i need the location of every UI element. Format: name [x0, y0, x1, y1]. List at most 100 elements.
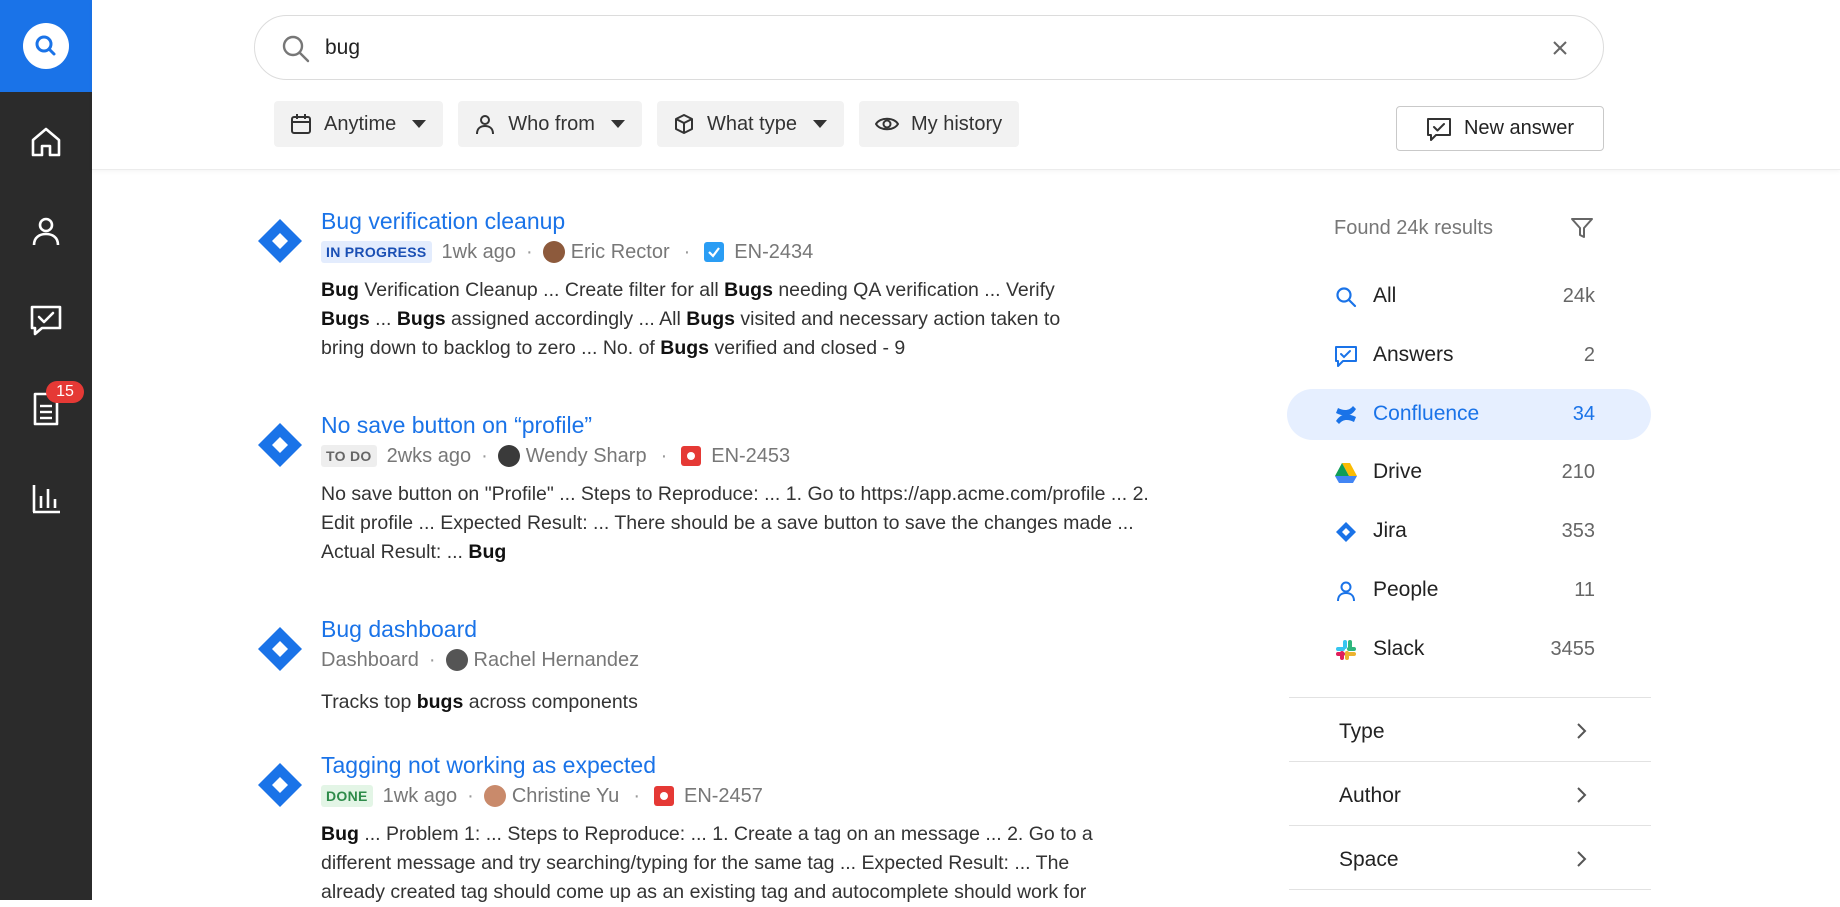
jira-icon: [258, 763, 302, 807]
facet-list: Type Author Space: [1289, 697, 1651, 890]
separator: ·: [660, 444, 668, 467]
app-logo[interactable]: [0, 0, 92, 92]
facet-label: Author: [1339, 784, 1401, 807]
result-title-link[interactable]: Tagging not working as expected: [321, 750, 1221, 780]
chevron-down-icon: [412, 120, 427, 128]
nav-people[interactable]: [0, 201, 92, 261]
chevron-right-icon: [1577, 723, 1587, 739]
facet-author[interactable]: Author: [1289, 762, 1651, 826]
person-icon: [476, 115, 495, 135]
filter-my-history-label: My history: [910, 112, 1003, 135]
jira-icon: [258, 219, 302, 263]
result-author[interactable]: Wendy Sharp: [526, 445, 647, 468]
chevron-down-icon: [610, 120, 625, 128]
cube-icon: [674, 114, 693, 134]
filter-anytime-label: Anytime: [324, 112, 397, 135]
clear-search-icon[interactable]: [1547, 35, 1573, 61]
result-time: 2wks ago: [386, 444, 472, 467]
result-title-link[interactable]: Bug dashboard: [321, 614, 1221, 644]
separator: ·: [633, 784, 640, 807]
result-snippet: Bug ... Problem 1: ... Steps to Reproduc…: [321, 823, 1093, 903]
search-header: Anytime Who from What type My history Ne…: [92, 0, 1840, 170]
new-answer-button[interactable]: New answer: [1396, 106, 1604, 151]
bug-icon: [681, 446, 702, 466]
person-icon: [32, 217, 60, 246]
status-badge: IN PROGRESS: [321, 241, 432, 263]
source-people[interactable]: People 11: [1287, 565, 1651, 616]
source-count: 210: [1561, 461, 1595, 483]
nav-home[interactable]: [0, 112, 92, 172]
separator: ·: [481, 444, 488, 467]
source-all[interactable]: All 24k: [1287, 271, 1651, 322]
new-answer-label: New answer: [1463, 117, 1575, 139]
eye-icon: [874, 117, 899, 131]
chevron-right-icon: [1577, 851, 1587, 867]
notification-badge: 15: [46, 381, 84, 403]
left-nav-rail: 15: [0, 0, 92, 900]
filter-anytime[interactable]: Anytime: [274, 101, 444, 147]
result-author[interactable]: Rachel Hernandez: [474, 649, 640, 672]
people-icon: [1334, 579, 1358, 603]
source-count: 11: [1574, 579, 1595, 601]
source-count: 3455: [1550, 638, 1596, 660]
task-checkbox-icon: [704, 242, 725, 262]
filter-my-history[interactable]: My history: [858, 101, 1020, 147]
source-label: All: [1373, 284, 1397, 307]
result-meta: DONE 1wk ago · Christine Yu · EN-2457: [321, 782, 1221, 810]
filter-what-type-label: What type: [706, 112, 797, 135]
source-slack[interactable]: Slack 3455: [1287, 624, 1651, 675]
jira-icon: [1334, 520, 1358, 544]
answers-icon: [1334, 344, 1358, 368]
ticket-id[interactable]: EN-2453: [711, 445, 790, 468]
filter-what-type[interactable]: What type: [656, 101, 844, 147]
source-jira[interactable]: Jira 353: [1287, 506, 1651, 557]
result-meta: IN PROGRESS 1wk ago · Eric Rector · EN-2…: [321, 238, 1221, 266]
facet-type[interactable]: Type: [1289, 698, 1651, 762]
search-icon: [281, 34, 311, 69]
source-count: 24k: [1562, 285, 1595, 307]
filter-funnel-icon[interactable]: [1569, 215, 1595, 246]
search-bar: [254, 15, 1604, 80]
facet-label: Space: [1339, 848, 1399, 871]
result-title-link[interactable]: No save button on “profile”: [321, 410, 1221, 440]
drive-icon: [1334, 461, 1358, 485]
result-meta: Dashboard · Rachel Hernandez: [321, 646, 1221, 674]
source-label: Confluence: [1373, 402, 1480, 425]
source-drive[interactable]: Drive 210: [1287, 447, 1651, 498]
source-confluence[interactable]: Confluence 34: [1287, 389, 1651, 440]
ticket-id[interactable]: EN-2434: [734, 241, 813, 264]
result-author[interactable]: Christine Yu: [512, 785, 619, 808]
home-icon: [31, 127, 61, 157]
result-type: Dashboard: [321, 648, 419, 671]
avatar: [497, 445, 520, 467]
ticket-id[interactable]: EN-2457: [684, 785, 763, 808]
result-author[interactable]: Eric Rector: [571, 241, 670, 264]
source-count: 2: [1583, 344, 1595, 366]
source-count: 34: [1572, 403, 1595, 425]
nav-documents[interactable]: 15: [0, 379, 92, 439]
result-title-link[interactable]: Bug verification cleanup: [321, 206, 1221, 236]
answers-icon: [1426, 117, 1451, 141]
facet-label: Type: [1339, 720, 1385, 743]
chevron-right-icon: [1577, 787, 1587, 803]
avatar: [542, 241, 565, 263]
facet-space[interactable]: Space: [1289, 826, 1651, 890]
result-snippet: No save button on "Profile" ... Steps to…: [321, 483, 1149, 563]
source-answers[interactable]: Answers 2: [1287, 330, 1651, 381]
search-logo-icon: [23, 23, 69, 69]
source-count: 353: [1561, 520, 1595, 542]
jira-icon: [258, 627, 302, 671]
status-badge: DONE: [321, 785, 373, 807]
jira-icon: [258, 423, 302, 467]
chevron-down-icon: [812, 120, 827, 128]
status-badge: TO DO: [321, 445, 377, 467]
separator: ·: [526, 240, 533, 263]
nav-answers[interactable]: [0, 290, 92, 350]
confluence-icon: [1334, 403, 1358, 427]
source-label: Jira: [1373, 519, 1407, 542]
slack-icon: [1334, 638, 1358, 662]
nav-analytics[interactable]: [0, 468, 92, 528]
answers-icon: [30, 305, 62, 336]
search-input[interactable]: [325, 30, 1475, 66]
filter-who-from[interactable]: Who from: [458, 101, 642, 147]
